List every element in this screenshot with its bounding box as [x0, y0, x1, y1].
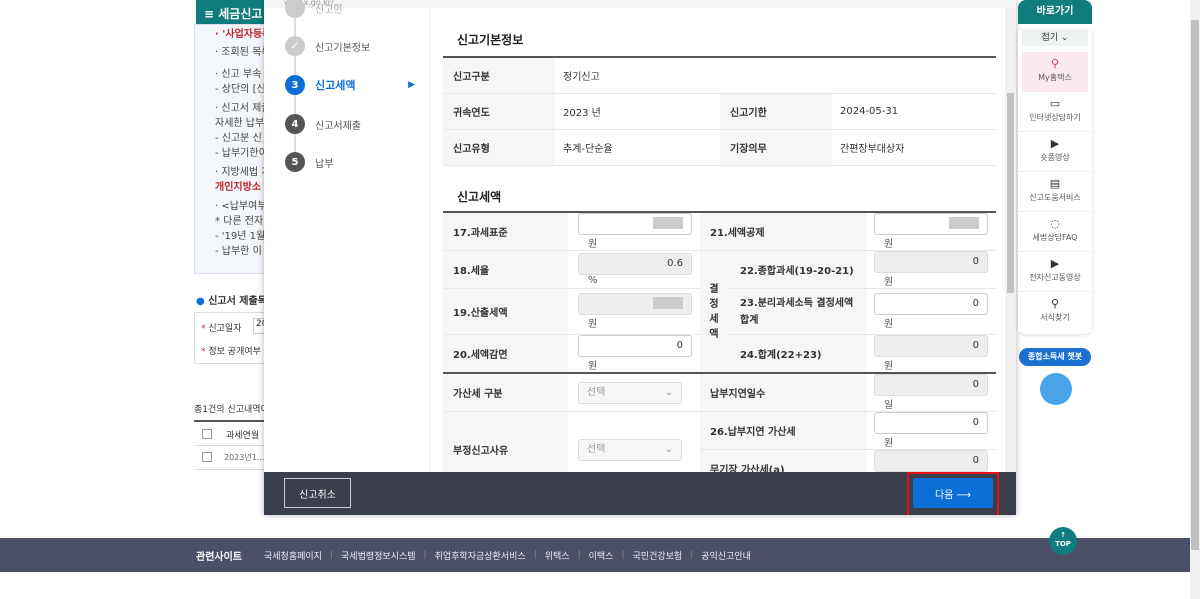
url-bar: wetax.go.kr/... [264, 0, 1016, 8]
footer-link[interactable]: 취업후학자금상환서비스 [435, 549, 526, 562]
notice-line: · 지방세법 개 [215, 167, 264, 178]
quick-form-search[interactable]: ⚲ 서식찾기 [1018, 292, 1092, 332]
tax-title: 신고세액 [457, 190, 502, 204]
step-2[interactable]: ✓ 신고기본정보 [285, 36, 370, 56]
quick-links: 바로가기 접기 ⌄ ⚲ My홈택스 ▭ 인터넷상담하기 ▶ 숏폼영상 ▤ 신고도움서비스… [1018, 0, 1092, 340]
footer-link[interactable]: 위택스 [545, 549, 570, 562]
notice-line: 개인지방소 [215, 182, 261, 193]
user-icon: ⚲ [1050, 57, 1060, 70]
notice-box: · '사업자등록 · 조회된 목록 · 신고 부속 · - 상단의 [신 · 신… [194, 24, 264, 274]
next-button[interactable]: 다음 ⟶ [913, 478, 993, 508]
quick-help-service[interactable]: ▤ 신고도움서비스 [1018, 172, 1092, 212]
section-title: ● 신고서 제출목 [196, 296, 264, 307]
delay-days-field: 0 [874, 374, 988, 396]
select-all-checkbox[interactable] [202, 429, 212, 439]
arrow-right-icon: ▶ [408, 80, 415, 90]
tax-reduction-input[interactable]: 0 [578, 335, 692, 357]
table-header: 과세연월 [194, 420, 264, 446]
play-icon: ▶ [1050, 137, 1060, 150]
search-icon: ⚲ [1050, 297, 1060, 310]
column-header: 과세연월 [226, 431, 260, 441]
late-penalty-input[interactable]: 0 [874, 412, 988, 434]
penalty-type-select[interactable]: 선택 ⌄ [578, 381, 682, 404]
tax-table: 17.과세표준 원 21.세액공제 원 18.세율 0.6% 결정세액 22.종합과세… [443, 211, 996, 472]
filter-label: 정보 공개여부 [208, 347, 261, 357]
quick-online-consult[interactable]: ▭ 인터넷상담하기 [1018, 92, 1092, 132]
separate-tax-input[interactable]: 0 [874, 293, 988, 315]
notice-line: · 신고서 제출 [215, 103, 264, 114]
nobook-penalty-field: 0 [874, 450, 988, 472]
quick-shortform[interactable]: ▶ 숏폼영상 [1018, 132, 1092, 172]
notice-line: - 신고분 신 [215, 133, 262, 144]
date-input[interactable]: 20 [253, 318, 264, 334]
modal-footer: 신고취소 다음 ⟶ [264, 472, 1016, 515]
filter-box: * 신고일자 20 * 정보 공개여부 [194, 312, 264, 364]
combined-tax-field: 0 [874, 251, 988, 273]
notice-line: - 상단의 [신 [215, 84, 264, 95]
laptop-icon: ▭ [1049, 97, 1061, 110]
total-field: 0 [874, 335, 988, 357]
table-row: 2023년1... [194, 446, 264, 470]
chevron-down-icon: ⌄ [664, 386, 673, 398]
chevron-down-icon: ⌄ [664, 443, 673, 455]
menu-title: 세금신고 [218, 7, 263, 21]
tax-credit-input[interactable] [874, 213, 988, 235]
notice-line: - 납부기한이 [215, 148, 264, 159]
quick-faq[interactable]: ◌ 세법상담FAQ [1018, 212, 1092, 252]
taxable-base-input[interactable] [578, 213, 692, 235]
footer-link[interactable]: 국민건강보험 [633, 549, 683, 562]
footer-link[interactable]: 국세법령정보시스템 [341, 549, 416, 562]
notice-line: · 신고 부속 · [215, 69, 264, 80]
notice-line: - '19년 1월 [215, 231, 264, 242]
footer-link[interactable]: 이택스 [589, 549, 614, 562]
notice-line: · <납부여부: [215, 201, 264, 212]
book-icon: ▤ [1049, 177, 1061, 190]
step-nav: 신고인 ✓ 신고기본정보 3 신고세액 ▶ 4 신고서제출 5 납부 [264, 0, 430, 472]
report-modal: wetax.go.kr/... 신고인 ✓ 신고기본정보 3 신고세액 ▶ 4 신고서제… [264, 0, 1016, 515]
row-checkbox[interactable] [202, 452, 212, 462]
computed-tax-field [578, 293, 692, 315]
notice-line: 자세한 납부 [215, 118, 264, 129]
footer-link[interactable]: 국세청홈페이지 [264, 549, 322, 562]
page-scrollbar[interactable] [1190, 0, 1200, 599]
basic-info-title: 신고기본정보 [457, 33, 524, 47]
tax-rate-field: 0.6 [578, 253, 692, 275]
play-icon: ▶ [1050, 257, 1060, 270]
fold-button[interactable]: 접기 ⌄ [1022, 30, 1088, 46]
step-4[interactable]: 4 신고서제출 [285, 114, 361, 134]
notice-line: - 납부한 이 [215, 246, 262, 257]
notice-line: · 조회된 목록 [215, 47, 264, 58]
background-page: · '사업자등록 · 조회된 목록 · 신고 부속 · - 상단의 [신 · 신… [194, 0, 264, 530]
scroll-top-button[interactable]: ↑ TOP [1049, 527, 1077, 555]
cancel-report-button[interactable]: 신고취소 [284, 478, 351, 508]
row-cell: 2023년1... [224, 453, 264, 462]
quick-video[interactable]: ▶ 전자신고동영상 [1018, 252, 1092, 292]
notice-line: * 다른 전자 [215, 216, 264, 227]
filter-label: 신고일자 [208, 324, 242, 334]
quick-links-title: 바로가기 [1018, 0, 1092, 24]
basic-info-table: 신고구분 정기신고 귀속연도 2023 년 신고기한 2024-05-31 신고유형 추계… [443, 56, 996, 166]
step-3[interactable]: 3 신고세액 ▶ [285, 75, 415, 95]
notice-line: · '사업자등록 [215, 29, 264, 40]
arrow-up-icon: ↑ [1060, 531, 1066, 539]
group-label: 결정세액 [700, 250, 728, 374]
step-1[interactable]: 신고인 [285, 0, 343, 18]
chat-icon: ◌ [1050, 217, 1060, 230]
related-sites-title: 관련사이트 [196, 551, 242, 563]
fraud-reason-select[interactable]: 선택 ⌄ [578, 438, 682, 461]
chatbot-button[interactable]: 종합소득세 챗봇 [1019, 348, 1091, 366]
quick-my-hometax[interactable]: ⚲ My홈택스 [1022, 52, 1088, 92]
chatbot-mascot-icon[interactable] [1040, 373, 1072, 405]
modal-scrollbar[interactable] [1005, 8, 1016, 472]
form-content: 신고기본정보 신고구분 정기신고 귀속연도 2023 년 신고기한 2024-05-31… [430, 8, 1005, 472]
check-icon: ✓ [285, 36, 305, 56]
related-sites-bar: 관련사이트 국세청홈페이지 | 국세법령정보시스템 | 취업후학자금상환서비스 | 위… [0, 538, 1190, 572]
step-5[interactable]: 5 납부 [285, 152, 333, 172]
footer-link[interactable]: 공익신고안내 [701, 549, 751, 562]
result-count: 총1건의 신고내역이 [194, 405, 264, 415]
